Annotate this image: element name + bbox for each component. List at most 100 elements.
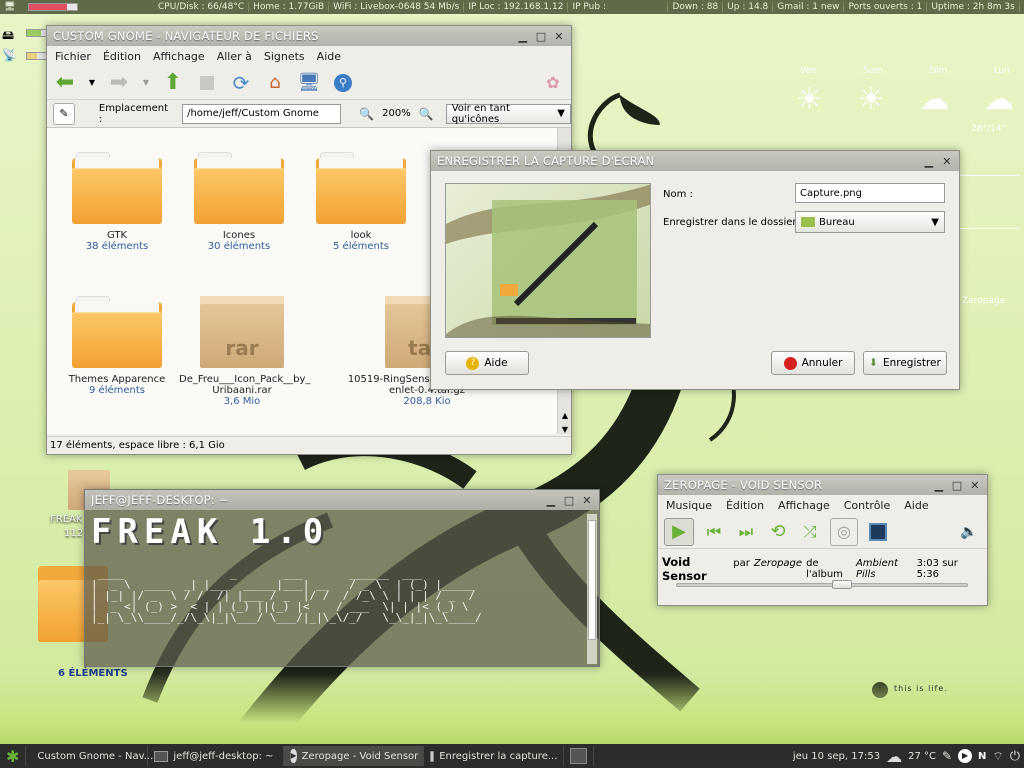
previous-icon[interactable]: ⏮: [702, 520, 726, 544]
file-info: 3,6 Mio: [223, 396, 261, 407]
home-icon[interactable]: ⌂: [263, 71, 287, 95]
network-icon: 📡: [2, 48, 17, 62]
location-input[interactable]: /home/jeff/Custom Gnome: [182, 103, 342, 124]
repeat-icon[interactable]: ⟲: [766, 520, 790, 544]
help-button[interactable]: ? Aide: [445, 351, 529, 375]
folder-icon: [72, 152, 162, 224]
topbar-item: CPU/Disk : 66/48°C: [154, 2, 250, 12]
task-terminal[interactable]: jeff@jeff-desktop: ~: [148, 746, 285, 766]
save-button[interactable]: ⬇ Enregistrer: [863, 351, 947, 375]
edit-location-icon[interactable]: ✎: [53, 102, 75, 125]
file-info: 30 éléments: [207, 241, 271, 252]
computer-icon[interactable]: 🖥: [297, 71, 321, 95]
topbar-item: Uptime : 2h 8m 3s: [927, 2, 1020, 12]
file-item[interactable]: look 5 éléments: [301, 152, 421, 252]
minimize-icon[interactable]: ▁: [545, 494, 557, 507]
file-item[interactable]: Icones 30 éléments: [179, 152, 299, 252]
notification-icon[interactable]: N: [978, 751, 986, 762]
view-mode-select[interactable]: Voir en tant qu'icônes ▼: [445, 103, 571, 125]
weather-days: Ven Sam Dim Lun: [790, 66, 1020, 76]
minimize-icon[interactable]: ▁: [933, 479, 945, 492]
pidgin-icon[interactable]: ✎: [942, 749, 952, 763]
seek-thumb[interactable]: [832, 580, 852, 589]
menu-controle[interactable]: Contrôle: [844, 499, 891, 512]
forward-dropdown-icon[interactable]: ▼: [141, 71, 151, 95]
volume-icon[interactable]: 🔈: [957, 520, 981, 544]
menu-affichage[interactable]: Affichage: [778, 499, 830, 512]
name-label: Nom :: [663, 189, 693, 200]
menu-fichier[interactable]: Fichier: [55, 50, 91, 63]
zoom-in-icon[interactable]: 🔍: [419, 107, 434, 121]
play-status-icon[interactable]: ▶: [958, 749, 973, 763]
terminal-titlebar[interactable]: JEFF@JEFF-DESKTOP: ~ ▁ □ ✕: [85, 490, 599, 510]
weather-location: Zeropage: [962, 296, 1006, 306]
task-label: Custom Gnome - Nav...: [37, 750, 154, 762]
back-dropdown-icon[interactable]: ▼: [87, 71, 97, 95]
task-screenshot[interactable]: Enregistrer la capture...: [424, 746, 565, 766]
visualizer-icon[interactable]: [866, 520, 890, 544]
temperature[interactable]: 27 °C: [908, 751, 936, 762]
menu-aide[interactable]: Aide: [904, 499, 928, 512]
menu-edition[interactable]: Édition: [103, 50, 141, 63]
search-icon[interactable]: ⚲: [331, 71, 355, 95]
zoom-out-icon[interactable]: 🔍: [359, 107, 374, 121]
artist-name: Zeropage: [753, 558, 803, 569]
file-manager-titlebar[interactable]: CUSTOM GNOME - NAVIGATEUR DE FICHIERS ▁ □…: [47, 26, 571, 46]
screenshot-icon: [430, 750, 435, 762]
menu-aller-a[interactable]: Aller à: [217, 50, 252, 63]
task-file-manager[interactable]: Custom Gnome - Nav...: [26, 746, 153, 766]
terminal-scrollbar[interactable]: [587, 514, 597, 664]
menu-edition[interactable]: Édition: [726, 499, 764, 512]
minimize-icon[interactable]: ▁: [923, 155, 935, 168]
forward-arrow-icon[interactable]: ➡: [107, 70, 131, 95]
maximize-icon[interactable]: □: [563, 494, 575, 507]
workspace-switcher[interactable]: [564, 746, 595, 766]
seek-slider[interactable]: [676, 580, 968, 589]
cd-icon[interactable]: ◎: [830, 517, 858, 546]
track-time: 3:03 sur 5:36: [916, 558, 958, 580]
maximize-icon[interactable]: □: [535, 30, 547, 43]
system-monitor-bar: 🖥 CPU/Disk : 66/48°C Home : 1.77GiB WiFi…: [0, 0, 1024, 14]
player-title: ZEROPAGE - VOID SENSOR: [664, 478, 823, 492]
terminal-output[interactable]: ____ _ ___ ______ ___ | _ \ ____ _| |___…: [91, 568, 593, 623]
player-titlebar[interactable]: ZEROPAGE - VOID SENSOR ▁ □ ✕: [658, 475, 987, 495]
menu-aide[interactable]: Aide: [317, 50, 341, 63]
play-icon[interactable]: ▶: [664, 517, 694, 546]
weather-day: Sam: [862, 66, 883, 76]
scroll-up-icon[interactable]: ▲: [558, 411, 572, 420]
back-arrow-icon[interactable]: ⬅: [53, 70, 77, 95]
filename-input[interactable]: Capture.png: [795, 183, 945, 203]
file-item[interactable]: rar De_Freu___Icon_Pack__by_ Uribaani.rar…: [179, 296, 310, 407]
main-menu-button[interactable]: ✱: [0, 746, 27, 766]
maximize-icon[interactable]: □: [951, 479, 963, 492]
close-icon[interactable]: ✕: [581, 494, 593, 507]
cancel-icon: [783, 356, 797, 370]
folder-select[interactable]: Bureau ▼: [795, 211, 945, 233]
stop-icon[interactable]: [195, 71, 219, 95]
task-music-player[interactable]: ▶ Zeropage - Void Sensor: [284, 746, 425, 766]
clock[interactable]: jeu 10 sep, 17:53: [793, 751, 880, 762]
dialog-titlebar[interactable]: ENREGISTRER LA CAPTURE D'ÉCRAN ▁ ✕: [431, 151, 959, 171]
archive-ext: rar: [225, 336, 259, 360]
weather-day: Lun: [993, 66, 1010, 76]
shuffle-icon[interactable]: ⤮: [798, 520, 822, 544]
task-label: jeff@jeff-desktop: ~: [173, 750, 274, 762]
menu-musique[interactable]: Musique: [666, 499, 712, 512]
minimize-icon[interactable]: ▁: [517, 30, 529, 43]
close-icon[interactable]: ✕: [969, 479, 981, 492]
file-info: 5 éléments: [333, 241, 389, 252]
menu-signets[interactable]: Signets: [264, 50, 305, 63]
power-icon[interactable]: ⏻: [1010, 749, 1020, 764]
reload-icon[interactable]: ⟳: [229, 71, 253, 95]
close-icon[interactable]: ✕: [941, 155, 953, 168]
close-icon[interactable]: ✕: [553, 30, 565, 43]
scroll-down-icon[interactable]: ▼: [558, 425, 572, 434]
wallpaper-watermark: this is life.: [894, 684, 948, 693]
cancel-button[interactable]: Annuler: [771, 351, 855, 375]
up-arrow-icon[interactable]: ⬆: [161, 70, 185, 95]
menu-affichage[interactable]: Affichage: [153, 50, 205, 63]
file-item[interactable]: Themes Apparence 9 éléments: [57, 296, 177, 396]
wifi-icon[interactable]: ⌔: [992, 749, 1003, 764]
file-item[interactable]: GTK 38 éléments: [57, 152, 177, 252]
next-icon[interactable]: ⏭: [734, 520, 758, 544]
